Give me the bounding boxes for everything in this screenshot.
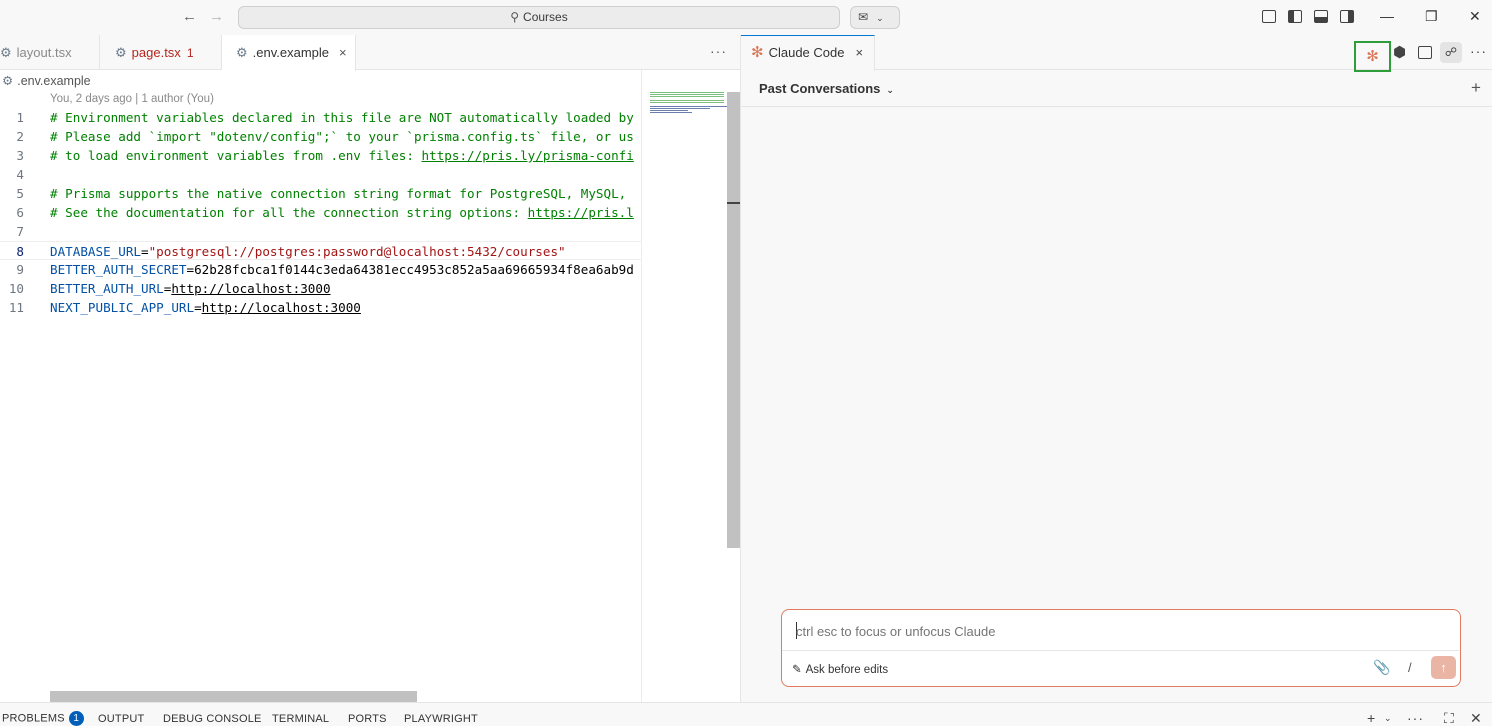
title-bar: ← → ⚲ Courses ✉ ⌄ — ❐ ✕	[0, 0, 1492, 35]
arrow-right-icon[interactable]: →	[209, 8, 224, 25]
minimize-icon[interactable]: —	[1380, 8, 1394, 24]
command-center-search[interactable]: ⚲ Courses	[238, 6, 840, 29]
chevron-down-icon[interactable]: ⌄	[1384, 713, 1392, 724]
close-window-icon[interactable]: ✕	[1469, 8, 1481, 25]
code-line: 11 NEXT_PUBLIC_APP_URL=http://localhost:3…	[8, 300, 361, 315]
more-actions-icon[interactable]: ···	[1470, 43, 1487, 59]
split-editor-icon[interactable]	[1418, 46, 1432, 59]
new-conversation-button[interactable]: +	[1471, 78, 1481, 98]
breadcrumb[interactable]: ⚙ .env.example	[2, 73, 91, 88]
tab-label: .env.example	[252, 45, 330, 60]
past-conversations-dropdown[interactable]: Past Conversations ⌄	[759, 81, 894, 96]
pencil-icon: ✎	[792, 664, 802, 676]
doc-link[interactable]: https://pris.ly/prisma-confi	[422, 148, 634, 163]
code-line: 5 # Prisma supports the native connection…	[16, 186, 627, 201]
git-blame-codelens[interactable]: You, 2 days ago | 1 author (You)	[50, 93, 214, 105]
claude-code-panel: ✻ Claude Code × ✻ ⬢ ☍ ··· Past Conversatio…	[741, 35, 1492, 702]
tab-label: layout.tsx	[16, 45, 72, 60]
scroll-position-marker	[727, 202, 740, 204]
code-line: 7	[16, 224, 24, 239]
chevron-down-icon: ⌄	[886, 85, 894, 95]
tab-output[interactable]: OUTPUT	[98, 713, 144, 725]
search-label: Courses	[523, 10, 568, 24]
editor-tab-bar: ⚙ layout.tsx ⚙ page.tsx 1 ⚙ .env.example × ··…	[0, 35, 740, 71]
tab-env-example[interactable]: ⚙ .env.example ×	[222, 35, 356, 71]
code-line: 9 BETTER_AUTH_SECRET=62b28fcbca1f0144c3ed…	[16, 262, 634, 277]
claude-spark-icon[interactable]: ✻	[1354, 41, 1391, 72]
arrow-up-icon: ↑	[1440, 660, 1447, 675]
more-actions-icon[interactable]: ···	[1407, 710, 1424, 726]
more-actions-icon[interactable]: ···	[710, 43, 727, 59]
composer-divider	[782, 650, 1459, 651]
divider	[741, 106, 1492, 107]
code-line: 10 BETTER_AUTH_URL=http://localhost:3000	[8, 281, 331, 296]
toggle-secondary-sidebar-icon[interactable]	[1340, 10, 1354, 23]
vertical-scrollbar[interactable]	[727, 92, 740, 548]
tab-page-tsx[interactable]: ⚙ page.tsx 1	[100, 35, 222, 70]
url-link[interactable]: http://localhost:3000	[202, 300, 361, 315]
lock-icon[interactable]: ☍	[1440, 42, 1462, 63]
tab-label: page.tsx	[131, 45, 181, 60]
edit-mode-toggle[interactable]: ✎ Ask before edits	[792, 662, 888, 676]
close-panel-icon[interactable]: ✕	[1470, 710, 1482, 726]
close-tab-icon[interactable]: ×	[855, 45, 863, 60]
toggle-primary-sidebar-icon[interactable]	[1288, 10, 1302, 23]
claude-spark-icon: ✻	[751, 44, 764, 61]
paperclip-icon[interactable]: 📎	[1373, 659, 1390, 676]
chat-button[interactable]: ✉ ⌄	[850, 6, 900, 29]
breadcrumb-file: .env.example	[17, 74, 91, 88]
minimap[interactable]	[641, 70, 728, 702]
code-line: 6 # See the documentation for all the con…	[16, 205, 634, 220]
add-terminal-icon[interactable]: +	[1367, 710, 1375, 726]
problems-count-badge: 1	[68, 711, 84, 726]
code-line: 1 # Environment variables declared in thi…	[16, 110, 634, 125]
tab-problems[interactable]: PROBLEMS 1	[2, 711, 84, 726]
prompt-composer: ✎Ask before edits 📎 / ↑	[781, 609, 1461, 687]
toggle-panel-icon[interactable]	[1314, 10, 1328, 23]
code-line: 3 # to load environment variables from .e…	[16, 148, 634, 163]
tab-layout-tsx[interactable]: ⚙ layout.tsx	[0, 35, 100, 70]
claude-tab-bar: ✻ Claude Code × ✻ ⬢ ☍ ···	[741, 35, 1492, 72]
code-editor[interactable]: 1 # Environment variables declared in thi…	[0, 108, 641, 317]
maximize-panel-icon[interactable]: ⛶	[1444, 710, 1454, 726]
horizontal-scrollbar[interactable]	[50, 691, 417, 702]
search-icon: ⚲	[510, 10, 520, 24]
close-tab-icon[interactable]: ×	[339, 45, 347, 60]
gear-file-icon: ⚙	[236, 45, 248, 60]
tab-debug-console[interactable]: DEBUG CONSOLE	[163, 713, 262, 725]
url-link[interactable]: http://localhost:3000	[171, 281, 330, 296]
react-file-icon: ⚙	[115, 45, 127, 60]
hexagon-icon[interactable]: ⬢	[1393, 43, 1406, 61]
gear-file-icon: ⚙	[2, 74, 14, 88]
chevron-down-icon[interactable]: ⌄	[876, 13, 884, 23]
code-line: 4	[16, 167, 24, 182]
panel-tab-bar: PROBLEMS 1 OUTPUT DEBUG CONSOLE TERMINAL …	[0, 702, 1492, 726]
tab-playwright[interactable]: PLAYWRIGHT	[404, 713, 478, 725]
slash-command-button[interactable]: /	[1408, 660, 1412, 675]
problem-count: 1	[186, 46, 194, 60]
customize-layout-icon[interactable]	[1262, 10, 1276, 23]
code-line: 2 # Please add `import "dotenv/config";` …	[16, 129, 634, 144]
tab-ports[interactable]: PORTS	[348, 713, 387, 725]
send-button[interactable]: ↑	[1431, 656, 1456, 679]
prompt-input[interactable]	[796, 624, 1436, 639]
arrow-left-icon[interactable]: ←	[182, 8, 197, 25]
tab-label: Claude Code	[768, 45, 845, 60]
react-file-icon: ⚙	[0, 45, 12, 60]
restore-icon[interactable]: ❐	[1425, 8, 1438, 25]
code-line-current: 8 DATABASE_URL="postgresql://postgres:pas…	[0, 241, 641, 260]
tab-terminal[interactable]: TERMINAL	[272, 713, 329, 725]
tab-claude-code[interactable]: ✻ Claude Code ×	[741, 35, 875, 71]
doc-link[interactable]: https://pris.l	[528, 205, 634, 220]
chat-icon: ✉	[858, 10, 869, 24]
